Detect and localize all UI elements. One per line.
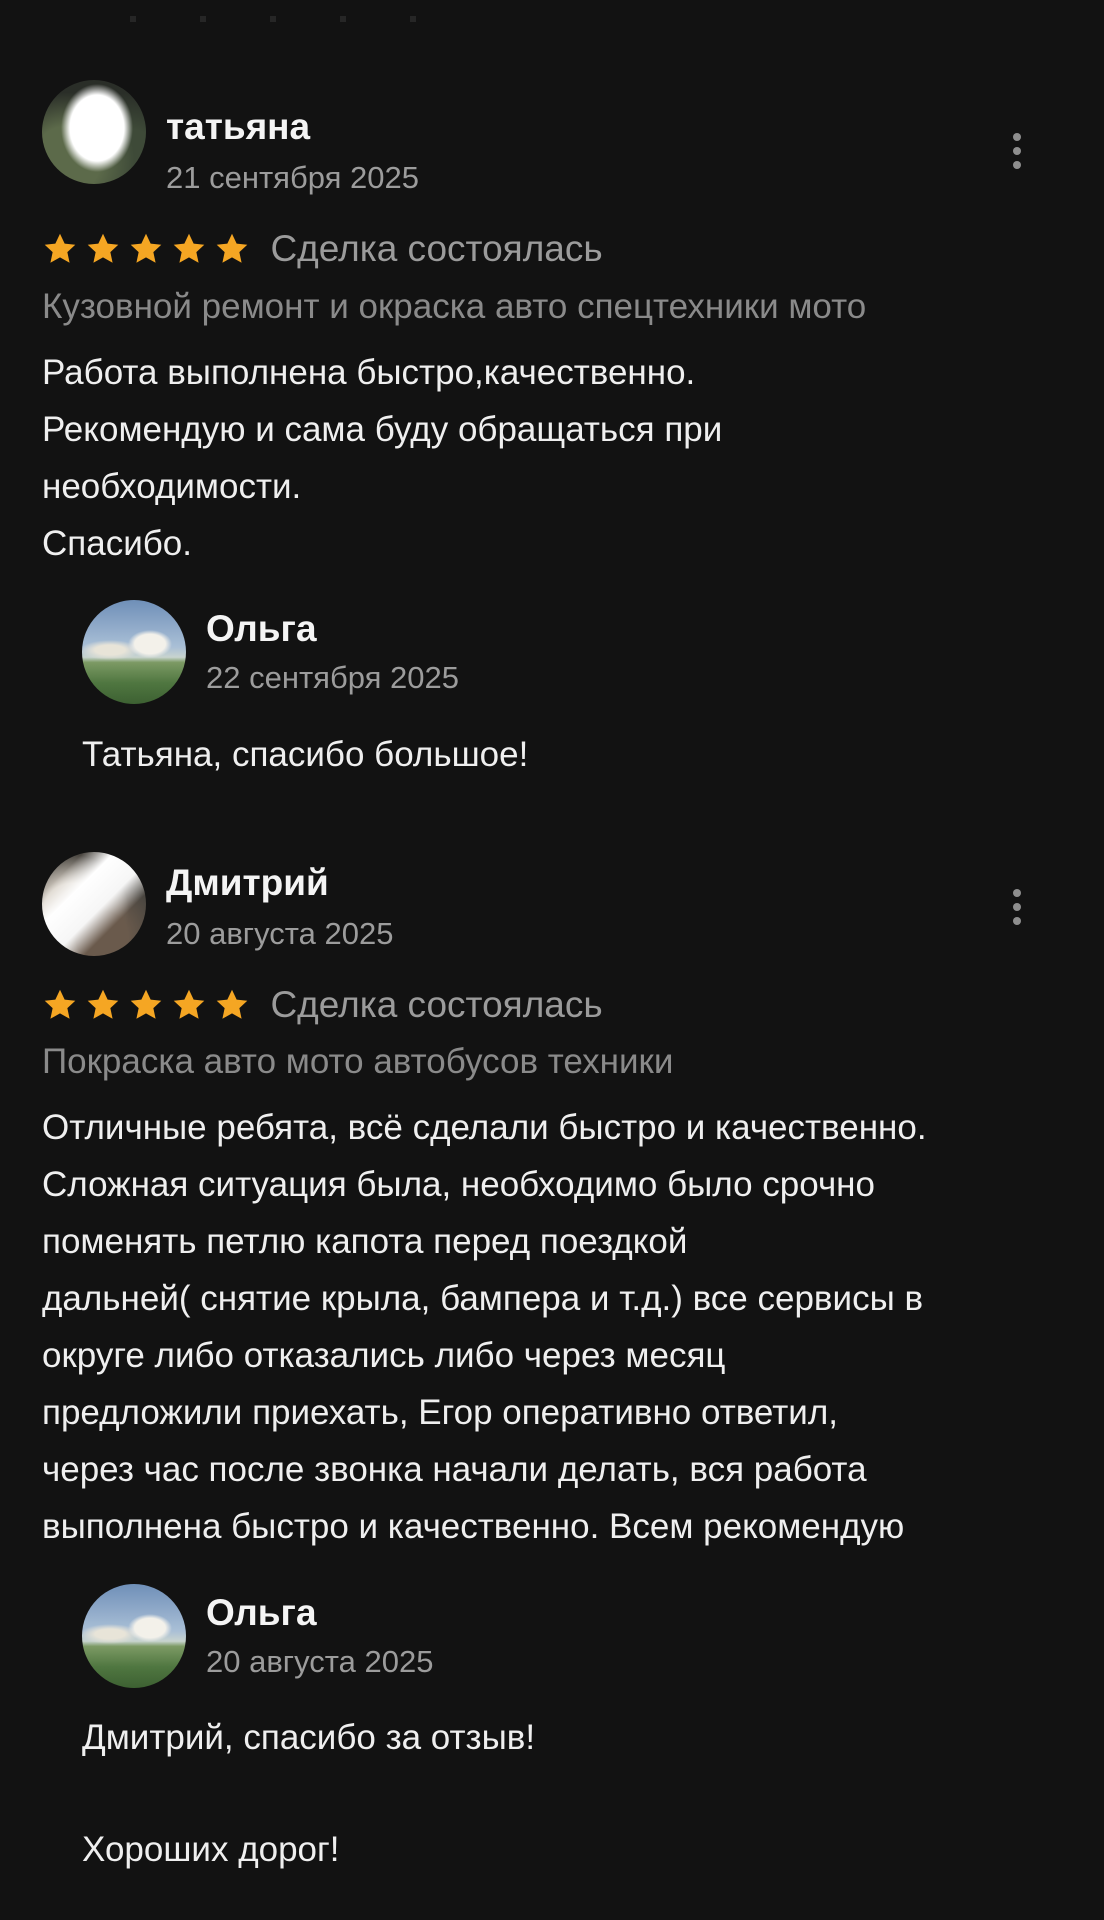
star-icon — [44, 233, 76, 263]
reply-author-name[interactable]: Ольга — [206, 1592, 317, 1634]
reviewer-name[interactable]: Дмитрий — [166, 862, 329, 904]
review-date: 20 августа 2025 — [166, 916, 394, 951]
more-vertical-icon[interactable] — [1007, 887, 1027, 927]
star-icon — [216, 233, 248, 263]
previous-content-remnant — [130, 16, 450, 22]
deal-status: Сделка состоялась — [270, 228, 603, 269]
review-text-line: поменять петлю капота перед поездкой — [42, 1222, 688, 1261]
review-text-line: выполнена быстро и качественно. Всем рек… — [42, 1507, 905, 1546]
review-text-line: Рекомендую и сама буду обращаться при — [42, 410, 723, 449]
star-icon — [216, 989, 248, 1019]
star-icon — [87, 233, 119, 263]
reply-text: Дмитрий, спасибо за отзыв! — [82, 1718, 536, 1757]
review-text-line: необходимости. — [42, 467, 302, 506]
seller-avatar[interactable] — [82, 1584, 186, 1688]
reviewer-avatar[interactable] — [42, 80, 146, 184]
review-date: 21 сентября 2025 — [166, 160, 419, 195]
review-text-line: округе либо отказались либо через месяц — [42, 1336, 726, 1375]
seller-avatar[interactable] — [82, 600, 186, 704]
review-text-line: Спасибо. — [42, 524, 192, 563]
reviewer-name[interactable]: татьяна — [166, 106, 310, 148]
review-text-line: Сложная ситуация была, необходимо было с… — [42, 1165, 875, 1204]
star-icon — [173, 233, 205, 263]
more-vertical-icon[interactable] — [1007, 131, 1027, 171]
review-text: Работа выполнена быстро,качественно. Рек… — [42, 344, 1072, 572]
review-text-line: Отличные ребята, всё сделали быстро и ка… — [42, 1108, 927, 1147]
review-text-line: через час после звонка начали делать, вс… — [42, 1450, 867, 1489]
reviewer-avatar[interactable] — [42, 852, 146, 956]
reply-date: 22 сентября 2025 — [206, 660, 459, 695]
review-text-line: предложили приехать, Егор оперативно отв… — [42, 1393, 838, 1432]
star-icon — [87, 989, 119, 1019]
reply-author-name[interactable]: Ольга — [206, 608, 317, 650]
service-name[interactable]: Покраска авто мото автобусов техники — [42, 1042, 673, 1082]
star-icon — [130, 989, 162, 1019]
star-icon — [44, 989, 76, 1019]
reply-date: 20 августа 2025 — [206, 1644, 434, 1679]
rating-row: Сделка состоялась — [42, 984, 603, 1028]
service-name[interactable]: Кузовной ремонт и окраска авто спецтехни… — [42, 287, 866, 327]
reply-text: Татьяна, спасибо большое! — [82, 735, 529, 774]
review-text-line: дальней( снятие крыла, бампера и т.д.) в… — [42, 1279, 924, 1318]
review-text: Отличные ребята, всё сделали быстро и ка… — [42, 1099, 1072, 1555]
reply-text: Хороших дорог! — [82, 1830, 340, 1869]
review-text-line: Работа выполнена быстро,качественно. — [42, 353, 696, 392]
star-icon — [130, 233, 162, 263]
star-icon — [173, 989, 205, 1019]
deal-status: Сделка состоялась — [270, 984, 603, 1025]
rating-row: Сделка состоялась — [42, 228, 603, 272]
